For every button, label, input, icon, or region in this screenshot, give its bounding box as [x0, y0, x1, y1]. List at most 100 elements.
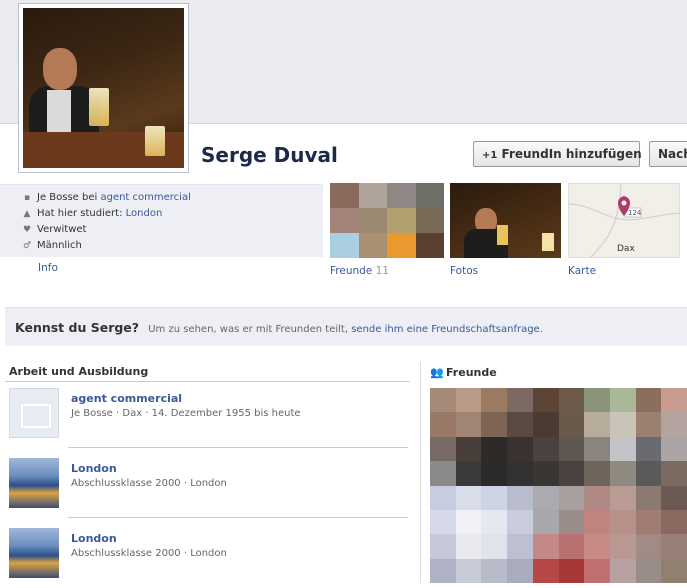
friend-thumb — [584, 412, 610, 437]
friends-count: 11 — [375, 265, 389, 277]
friend-thumb — [358, 233, 387, 258]
work-item-title[interactable]: agent commercial — [71, 392, 182, 405]
friend-thumb — [584, 388, 610, 413]
education-item-title[interactable]: London — [71, 532, 117, 545]
friend-thumb — [558, 436, 585, 462]
education-item-subtitle: Abschlussklasse 2000 · London — [71, 548, 227, 559]
friend-thumb — [661, 388, 687, 413]
column-divider — [420, 362, 421, 583]
briefcase-icon — [9, 388, 59, 438]
photo-detail — [89, 88, 109, 126]
photos-tile[interactable] — [450, 183, 561, 258]
friend-thumb — [635, 558, 662, 583]
info-work: ▪ Je Bosse bei agent commercial — [22, 190, 191, 206]
add-friend-icon: +1 — [482, 150, 498, 161]
work-education-section: Arbeit und Ausbildung — [5, 362, 410, 382]
education-item: London Abschlussklasse 2000 · London — [9, 458, 409, 518]
map-tile-link[interactable]: Karte — [568, 265, 596, 277]
friend-thumb — [507, 436, 533, 462]
friend-thumb — [609, 485, 636, 510]
friend-thumb — [481, 412, 508, 437]
friend-thumb — [558, 485, 585, 510]
friend-thumb — [609, 558, 636, 583]
friend-thumb — [507, 509, 533, 535]
friend-request-link[interactable]: sende ihm eine Freundschaftsanfrage. — [351, 324, 543, 335]
friend-thumb — [387, 183, 416, 208]
friend-thumb — [430, 412, 456, 437]
friend-thumb — [558, 534, 585, 559]
friend-thumb — [635, 412, 662, 437]
friend-thumb — [415, 183, 444, 208]
friends-header[interactable]: 👥 Freunde — [430, 362, 687, 384]
message-button[interactable]: Nachricht — [649, 141, 687, 167]
friend-thumb — [532, 485, 559, 510]
friend-thumb — [387, 233, 416, 258]
friend-thumb — [481, 534, 508, 559]
friend-thumb — [455, 436, 482, 462]
friend-thumb — [358, 183, 387, 208]
education-item-title[interactable]: London — [71, 462, 117, 475]
friend-thumb — [661, 534, 687, 559]
message-label: Nachricht — [658, 147, 687, 161]
info-education-text: Hat hier studiert: — [37, 208, 126, 219]
friend-thumb — [609, 412, 636, 437]
friend-thumb — [455, 534, 482, 559]
friends-section: 👥 Freunde — [430, 362, 687, 583]
profile-photo — [23, 8, 184, 168]
graduation-cap-icon: ▲ — [23, 209, 31, 219]
friend-thumb — [481, 558, 508, 583]
friend-thumb — [455, 461, 482, 486]
friend-thumb — [430, 534, 456, 559]
school-photo[interactable] — [9, 458, 59, 508]
info-education-link[interactable]: London — [126, 208, 163, 219]
friend-thumb — [609, 461, 636, 486]
prompt-text: Um zu sehen, was er mit Freunden teilt, — [148, 324, 349, 335]
map-road-number: 124 — [628, 209, 642, 217]
friend-request-prompt: Kennst du Serge? Um zu sehen, was er mit… — [5, 307, 687, 346]
photos-tile-link[interactable]: Fotos — [450, 265, 478, 277]
friend-thumb — [455, 485, 482, 510]
friend-thumb — [661, 436, 687, 462]
friend-thumb — [455, 558, 482, 583]
friend-thumb — [481, 461, 508, 486]
heart-icon: ♥ — [22, 225, 32, 235]
friend-thumb — [507, 558, 533, 583]
friend-thumb — [430, 436, 456, 462]
friend-thumb — [481, 388, 508, 413]
friend-thumb — [507, 461, 533, 486]
info-work-link[interactable]: agent commercial — [100, 192, 190, 203]
friends-tile[interactable] — [330, 183, 444, 258]
friends-icon: 👥 — [430, 366, 444, 379]
school-photo[interactable] — [9, 528, 59, 578]
friend-thumb — [661, 485, 687, 510]
friend-thumb — [430, 461, 456, 486]
friends-tile-link[interactable]: Freunde — [330, 265, 372, 277]
map-tile[interactable]: 124 Dax — [568, 183, 680, 258]
friend-thumb — [635, 534, 662, 559]
friend-thumb — [532, 509, 559, 535]
friend-thumb — [661, 461, 687, 486]
info-link[interactable]: Info — [38, 262, 58, 274]
friend-thumb — [609, 534, 636, 559]
friend-thumb — [584, 534, 610, 559]
friends-grid[interactable] — [430, 388, 687, 583]
friend-thumb — [481, 485, 508, 510]
profile-picture[interactable] — [18, 3, 189, 173]
friend-thumb — [532, 534, 559, 559]
friend-thumb — [430, 509, 456, 535]
friend-thumb — [358, 208, 387, 233]
friend-thumb — [635, 461, 662, 486]
add-friend-button[interactable]: +1 FreundIn hinzufügen — [473, 141, 642, 167]
friend-thumb — [415, 233, 444, 258]
photo-detail — [542, 233, 554, 251]
friend-thumb — [558, 461, 585, 486]
friends-tile-label[interactable]: Freunde 11 — [330, 265, 389, 277]
friend-thumb — [584, 436, 610, 462]
education-item-subtitle: Abschlussklasse 2000 · London — [71, 478, 227, 489]
photo-detail — [497, 225, 508, 245]
male-icon: ♂ — [22, 241, 32, 251]
info-work-text: Je Bosse bei — [37, 192, 101, 203]
info-relationship-text: Verwitwet — [37, 224, 87, 235]
friend-thumb — [609, 436, 636, 462]
friend-thumb — [584, 558, 610, 583]
